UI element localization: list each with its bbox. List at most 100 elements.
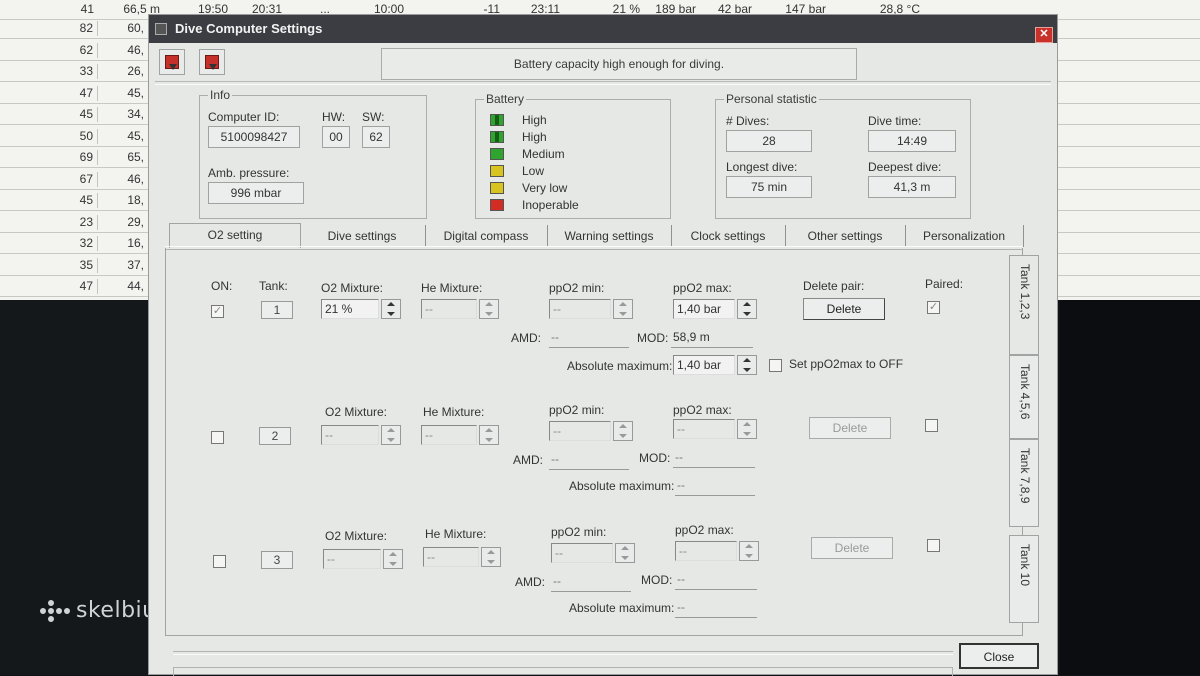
sheet-cell: 23 [0, 214, 98, 230]
tab-label: Tank 4,5,6 [1018, 364, 1032, 420]
battery-level-swatch [490, 131, 504, 143]
set-ppo2max-off-checkbox[interactable] [769, 359, 782, 372]
tank-1-he-mixture-input[interactable]: -- [421, 299, 477, 319]
battery-group: Battery High High Medium Low Very low Inopera… [475, 92, 671, 219]
tank-2-he-mixture-input[interactable]: -- [421, 425, 477, 445]
tab-tank-4-5-6[interactable]: Tank 4,5,6 [1009, 355, 1039, 439]
tank-2-he-spinner[interactable] [479, 425, 499, 445]
tank-2-ppo2-min-spinner[interactable] [613, 421, 633, 441]
ppo2-max-header: ppO2 max: [673, 403, 732, 417]
tank-2-number: 2 [259, 427, 291, 445]
sheet-cell: 32 [0, 236, 98, 251]
tank-1-delete-button[interactable]: Delete [803, 298, 885, 320]
tank-3-ppo2-min-input[interactable]: -- [551, 543, 613, 563]
ppo2-min-header: ppO2 min: [549, 281, 605, 295]
set-ppo2max-off-label: Set ppO2max to OFF [789, 357, 904, 371]
tank-2-paired-checkbox[interactable] [925, 419, 938, 432]
tab-clock-settings[interactable]: Clock settings [671, 225, 786, 247]
tank-2-o2-mixture-input[interactable]: -- [321, 425, 379, 445]
download-from-computer-button[interactable] [199, 49, 225, 75]
tank-3-ppo2-min-spinner[interactable] [615, 543, 635, 563]
tank-1-paired-checkbox[interactable]: ✓ [927, 301, 940, 314]
battery-level-swatch [490, 182, 504, 194]
tank-1-on-checkbox[interactable]: ✓ [211, 305, 224, 318]
dives-value: 28 [726, 130, 812, 152]
tab-tank-10[interactable]: Tank 10 [1009, 535, 1039, 623]
upload-to-computer-button[interactable] [159, 49, 185, 75]
tank-1-o2-spinner[interactable] [381, 299, 401, 319]
tank-3-mod-value: -- [675, 569, 757, 590]
tank-1-absolute-maximum-label: Absolute maximum: [567, 359, 673, 373]
tab-label: Tank 7,8,9 [1018, 448, 1032, 504]
tank-2-ppo2-max-spinner[interactable] [737, 419, 757, 439]
sheet-cell: 34, [127, 107, 144, 121]
tank-3-mod-label: MOD: [641, 573, 673, 587]
tab-personalization[interactable]: Personalization [905, 225, 1024, 247]
tank-2-ppo2-max-input[interactable]: -- [673, 419, 735, 439]
tank-2-o2-spinner[interactable] [381, 425, 401, 445]
tank-1-ppo2-min-spinner[interactable] [613, 299, 633, 319]
sheet-cell: 46, [127, 171, 144, 186]
tank-1-absolute-maximum-spinner[interactable] [737, 355, 757, 375]
tank-3-o2-spinner[interactable] [383, 549, 403, 569]
tank-1-amd-value: -- [549, 327, 629, 348]
tab-dive-settings[interactable]: Dive settings [299, 225, 426, 247]
tank-1-he-spinner[interactable] [479, 299, 499, 319]
tank-3-delete-button[interactable]: Delete [811, 537, 893, 559]
sheet-cell: 44, [127, 279, 144, 293]
dives-label: # Dives: [726, 114, 770, 128]
tank-1-mod-value: 58,9 m [671, 327, 753, 348]
tank-3-number: 3 [261, 551, 293, 569]
tab-label: Tank 1,2,3 [1018, 264, 1032, 320]
tab-label: Tank 10 [1018, 544, 1032, 587]
tank-3-paired-checkbox[interactable] [927, 539, 940, 552]
close-button[interactable]: Close [959, 643, 1039, 669]
sheet-cell: 46, [127, 42, 144, 57]
group-title: Battery [484, 92, 527, 106]
personal-statistic-group: Personal statistic # Dives: 28 Dive time… [715, 92, 971, 219]
ppo2-min-header: ppO2 min: [551, 525, 607, 539]
tank-2-delete-button[interactable]: Delete [809, 417, 891, 439]
tank-1-ppo2-max-input[interactable]: 1,40 bar [673, 299, 735, 319]
sheet-cell: 45, [127, 85, 144, 100]
tank-1-ppo2-min-input[interactable]: -- [549, 299, 611, 319]
title-bar[interactable]: Dive Computer Settings ✕ [149, 15, 1057, 43]
tank-1-mod-label: MOD: [637, 331, 669, 345]
tank-3-ppo2-max-input[interactable]: -- [675, 541, 737, 561]
tank-1-o2-mixture-input[interactable]: 21 % [321, 299, 379, 319]
ppo2-max-header: ppO2 max: [673, 281, 732, 295]
tab-other-settings[interactable]: Other settings [785, 225, 906, 247]
sw-label: SW: [362, 110, 385, 124]
transfer-icon [205, 55, 219, 70]
longest-dive-value: 75 min [726, 176, 812, 198]
sheet-cell: 37, [127, 257, 144, 272]
tab-o2-setting[interactable]: O2 setting [169, 223, 301, 248]
tank-1-ppo2-max-spinner[interactable] [737, 299, 757, 319]
battery-level-label: Medium [522, 147, 565, 161]
tank-3-he-spinner[interactable] [481, 547, 501, 567]
tank-2-ppo2-min-input[interactable]: -- [549, 421, 611, 441]
tank-3-amd-label: AMD: [515, 575, 545, 589]
tab-digital-compass[interactable]: Digital compass [425, 225, 548, 247]
tank-3-o2-mixture-input[interactable]: -- [323, 549, 381, 569]
deepest-dive-label: Deepest dive: [868, 160, 942, 174]
tab-warning-settings[interactable]: Warning settings [547, 225, 672, 247]
tank-1-absolute-maximum-input[interactable]: 1,40 bar [673, 355, 735, 375]
tank-2-amd-value: -- [549, 449, 629, 470]
sheet-cell: 67 [0, 171, 98, 187]
tank-2-on-checkbox[interactable] [211, 431, 224, 444]
tank-2-mod-label: MOD: [639, 451, 671, 465]
tab-tank-7-8-9[interactable]: Tank 7,8,9 [1009, 439, 1039, 527]
computer-id-value: 5100098427 [208, 126, 300, 148]
tab-tank-1-2-3[interactable]: Tank 1,2,3 [1009, 255, 1039, 355]
close-icon[interactable]: ✕ [1035, 27, 1053, 43]
tank-3-on-checkbox[interactable] [213, 555, 226, 568]
tank-3-he-mixture-input[interactable]: -- [423, 547, 479, 567]
longest-dive-label: Longest dive: [726, 160, 798, 174]
separator [155, 81, 1051, 85]
sw-value: 62 [362, 126, 390, 148]
tank-3-ppo2-max-spinner[interactable] [739, 541, 759, 561]
tank-1-amd-label: AMD: [511, 331, 541, 345]
amb-pressure-label: Amb. pressure: [208, 166, 290, 180]
hw-value: 00 [322, 126, 350, 148]
